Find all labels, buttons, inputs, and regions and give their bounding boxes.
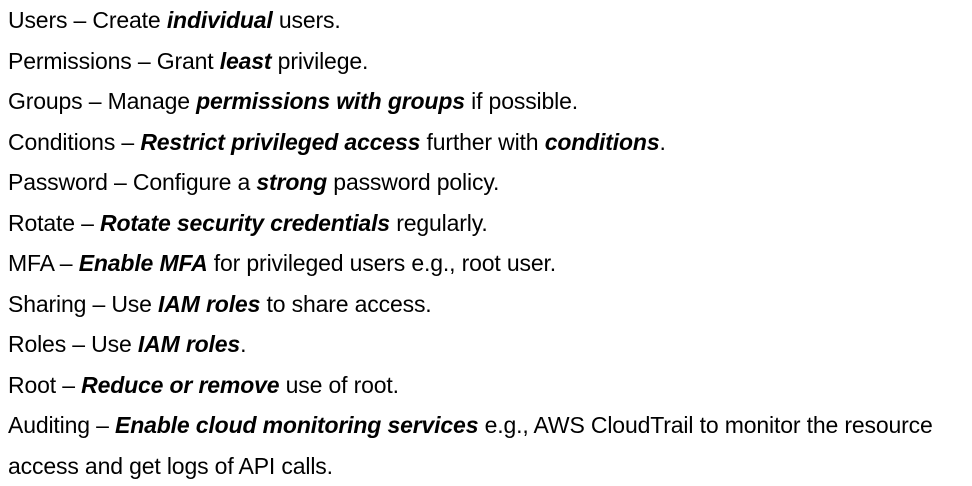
item-text: Auditing – bbox=[8, 412, 116, 438]
item-emphasis: permissions with groups bbox=[196, 88, 465, 114]
list-item-password: Password – Configure a strong password p… bbox=[8, 162, 968, 203]
item-emphasis: Restrict privileged access bbox=[140, 128, 421, 155]
item-text: to share access. bbox=[260, 290, 432, 317]
list-item-roles: Roles – Use IAM roles. bbox=[8, 324, 968, 365]
item-emphasis: least bbox=[219, 47, 272, 74]
best-practices-list: Users – Create individual users. Permiss… bbox=[8, 0, 968, 479]
item-text: further with bbox=[420, 128, 545, 155]
item-text: users. bbox=[272, 7, 341, 33]
item-text: for privileged users e.g., root user. bbox=[207, 250, 556, 276]
item-text: MFA – bbox=[8, 250, 79, 276]
item-emphasis: IAM roles bbox=[137, 331, 241, 357]
item-text: use of root. bbox=[279, 371, 399, 398]
item-emphasis: Reduce or remove bbox=[81, 371, 280, 398]
item-text: if possible. bbox=[464, 88, 578, 114]
list-item-conditions: Conditions – Restrict privileged access … bbox=[8, 122, 968, 163]
item-text: Groups – Manage bbox=[8, 88, 197, 114]
item-text: Password – Configure a bbox=[8, 169, 257, 195]
item-emphasis: Rotate security credentials bbox=[100, 209, 390, 236]
item-text: Users – Create bbox=[8, 7, 167, 33]
list-item-sharing: Sharing – Use IAM roles to share access. bbox=[8, 284, 968, 325]
list-item-users: Users – Create individual users. bbox=[8, 0, 968, 41]
item-emphasis: IAM roles bbox=[158, 290, 261, 317]
item-text: Permissions – Grant bbox=[8, 47, 220, 74]
item-emphasis: strong bbox=[256, 169, 328, 195]
list-item-mfa: MFA – Enable MFA for privileged users e.… bbox=[8, 243, 968, 284]
item-text: Conditions – bbox=[8, 128, 141, 155]
item-emphasis: Enable cloud monitoring services bbox=[115, 412, 479, 438]
item-text: Sharing – Use bbox=[8, 290, 159, 317]
item-text: password policy. bbox=[327, 169, 500, 195]
item-text: . bbox=[240, 331, 247, 357]
item-text: privilege. bbox=[271, 47, 369, 74]
list-item-rotate: Rotate – Rotate security credentials reg… bbox=[8, 203, 968, 244]
item-emphasis: individual bbox=[166, 7, 273, 33]
list-item-permissions: Permissions – Grant least privilege. bbox=[8, 41, 968, 82]
item-emphasis: conditions bbox=[544, 128, 660, 155]
item-text: . bbox=[659, 128, 666, 155]
item-text: Root – bbox=[8, 371, 82, 398]
list-item-groups: Groups – Manage permissions with groups … bbox=[8, 81, 968, 122]
item-emphasis: Enable MFA bbox=[78, 250, 208, 276]
item-text: regularly. bbox=[389, 209, 488, 236]
item-text: Rotate – bbox=[8, 209, 100, 236]
list-item-root: Root – Reduce or remove use of root. bbox=[8, 365, 968, 406]
item-text: Roles – Use bbox=[8, 331, 138, 357]
list-item-auditing: Auditing – Enable cloud monitoring servi… bbox=[8, 405, 968, 479]
